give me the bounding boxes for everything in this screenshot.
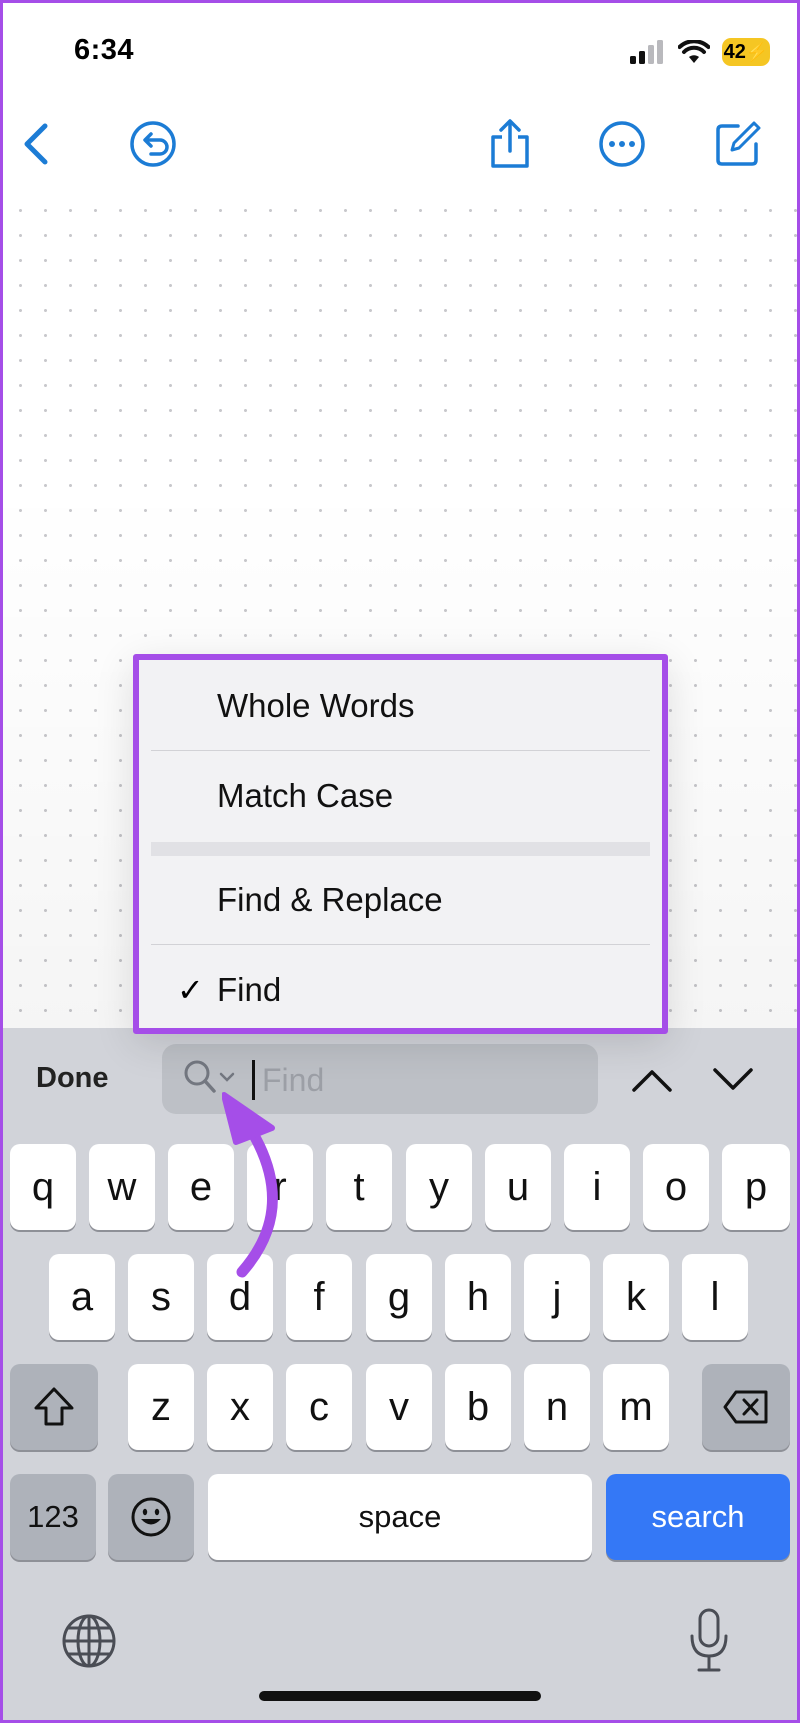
key-u[interactable]: u <box>485 1144 551 1230</box>
key-h[interactable]: h <box>445 1254 511 1340</box>
cellular-signal-icon <box>630 40 663 64</box>
key-i[interactable]: i <box>564 1144 630 1230</box>
key-b[interactable]: b <box>445 1364 511 1450</box>
globe-icon <box>62 1614 116 1668</box>
key-n[interactable]: n <box>524 1364 590 1450</box>
key-y[interactable]: y <box>406 1144 472 1230</box>
menu-item-label: Find <box>217 971 282 1008</box>
undo-button[interactable] <box>127 118 179 170</box>
key-k[interactable]: k <box>603 1254 669 1340</box>
menu-item-match-case[interactable]: Match Case <box>151 752 650 840</box>
shift-key[interactable] <box>10 1364 98 1450</box>
key-w[interactable]: w <box>89 1144 155 1230</box>
key-q[interactable]: q <box>10 1144 76 1230</box>
wifi-icon <box>678 40 710 63</box>
key-x[interactable]: x <box>207 1364 273 1450</box>
ellipsis-circle-icon <box>599 121 645 167</box>
status-time: 6:34 <box>74 34 135 66</box>
done-button[interactable]: Done <box>36 1062 109 1095</box>
chevron-up-icon <box>632 1070 672 1092</box>
key-t[interactable]: t <box>326 1144 392 1230</box>
share-button[interactable] <box>484 118 536 170</box>
key-g[interactable]: g <box>366 1254 432 1340</box>
key-a[interactable]: a <box>49 1254 115 1340</box>
menu-item-label: Match Case <box>217 777 394 814</box>
next-match-button[interactable] <box>708 1058 758 1102</box>
menu-section-gap <box>151 842 650 856</box>
status-icons: 42 ⚡ <box>630 38 770 66</box>
compose-icon <box>716 121 761 166</box>
battery-indicator: 42 ⚡ <box>722 38 770 66</box>
globe-button[interactable] <box>60 1612 118 1670</box>
menu-item-find[interactable]: ✓ Find <box>151 946 650 1034</box>
key-z[interactable]: z <box>128 1364 194 1450</box>
menu-item-label: Find & Replace <box>217 881 443 918</box>
back-button[interactable] <box>10 118 62 170</box>
key-c[interactable]: c <box>286 1364 352 1450</box>
emoji-icon <box>131 1497 171 1537</box>
battery-level: 42 <box>723 40 746 63</box>
search-key[interactable]: search <box>606 1474 790 1560</box>
key-j[interactable]: j <box>524 1254 590 1340</box>
checkmark-icon: ✓ <box>177 972 204 1008</box>
menu-divider <box>151 750 650 751</box>
compose-button[interactable] <box>712 118 764 170</box>
microphone-icon <box>690 1608 728 1672</box>
menu-divider <box>151 944 650 945</box>
previous-match-button[interactable] <box>627 1058 677 1102</box>
find-options-menu: Whole Words Match Case Find & Replace ✓ … <box>133 654 668 1034</box>
charging-bolt-icon: ⚡ <box>745 41 769 62</box>
key-m[interactable]: m <box>603 1364 669 1450</box>
chevron-left-icon <box>24 123 48 165</box>
delete-key[interactable] <box>702 1364 790 1450</box>
key-l[interactable]: l <box>682 1254 748 1340</box>
key-v[interactable]: v <box>366 1364 432 1450</box>
numbers-key[interactable]: 123 <box>10 1474 96 1560</box>
share-icon <box>491 119 529 168</box>
emoji-key[interactable] <box>108 1474 194 1560</box>
menu-item-whole-words[interactable]: Whole Words <box>151 662 650 750</box>
find-input[interactable] <box>260 1054 584 1106</box>
backspace-icon <box>723 1390 768 1424</box>
menu-item-find-replace[interactable]: Find & Replace <box>151 856 650 944</box>
chevron-down-icon <box>713 1068 753 1090</box>
key-s[interactable]: s <box>128 1254 194 1340</box>
menu-item-label: Whole Words <box>217 687 415 724</box>
home-indicator <box>259 1691 541 1701</box>
key-p[interactable]: p <box>722 1144 790 1230</box>
magnifying-glass-icon <box>184 1060 216 1093</box>
chevron-down-icon <box>219 1072 235 1082</box>
key-o[interactable]: o <box>643 1144 709 1230</box>
shift-icon <box>34 1387 74 1426</box>
annotation-arrow <box>222 1092 278 1278</box>
dictation-button[interactable] <box>686 1606 732 1676</box>
space-key[interactable]: space <box>208 1474 592 1560</box>
more-button[interactable] <box>596 118 648 170</box>
undo-icon <box>130 121 176 167</box>
